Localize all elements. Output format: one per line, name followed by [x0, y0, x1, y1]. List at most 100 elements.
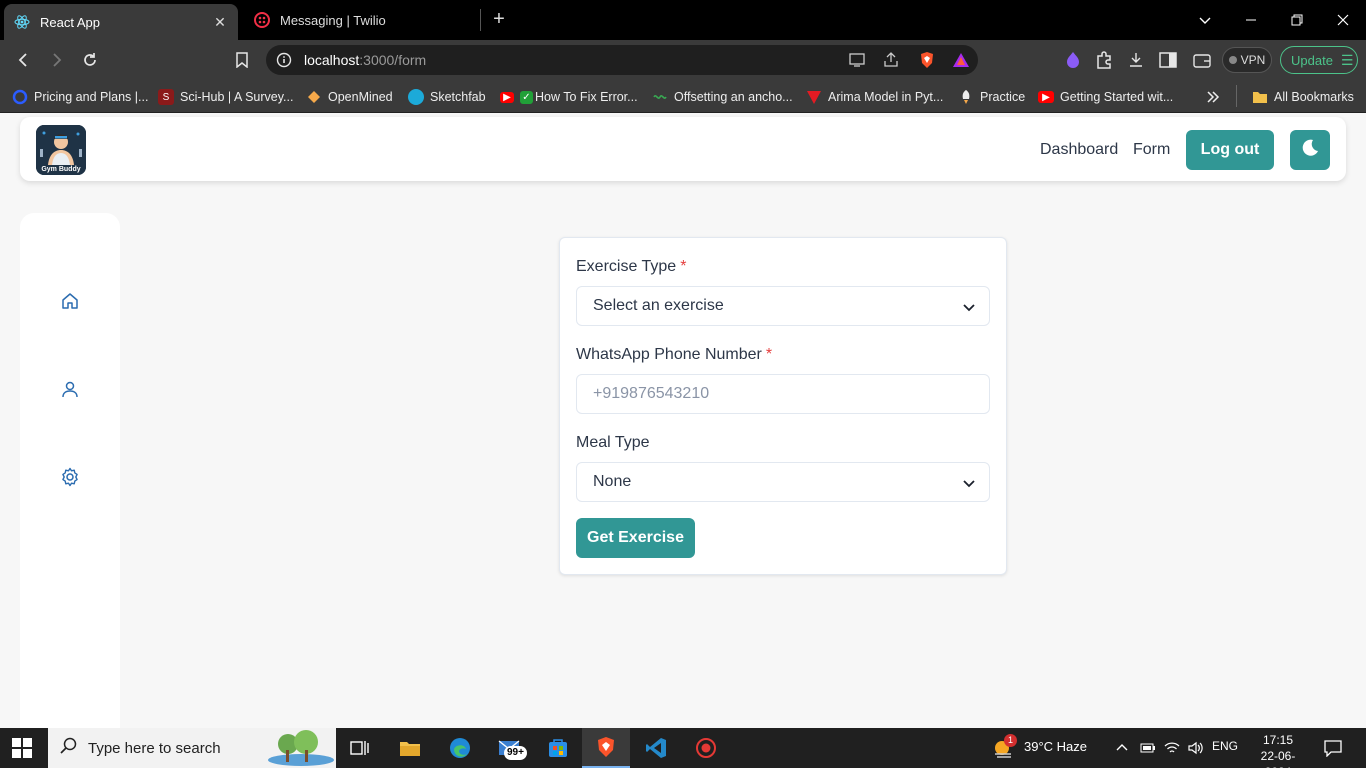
cast-icon[interactable]: [848, 51, 866, 69]
tab-search-chevron-icon[interactable]: [1182, 0, 1228, 40]
brave-browser-icon[interactable]: [582, 728, 630, 768]
more-bookmarks-icon[interactable]: [1206, 87, 1220, 107]
gym-buddy-logo[interactable]: Gym Buddy: [36, 125, 86, 175]
task-view-icon[interactable]: [336, 728, 384, 768]
download-icon[interactable]: [1126, 50, 1146, 70]
browser-toolbar: localhost:3000/form: [0, 40, 1366, 80]
bookmark-fix-error[interactable]: ▶ ✓ How To Fix Error...: [500, 87, 638, 107]
tab-divider: [480, 9, 481, 31]
site-info-icon[interactable]: [276, 52, 292, 68]
logout-button[interactable]: Log out: [1186, 130, 1274, 170]
link-icon: [652, 89, 668, 105]
moon-icon: [1301, 139, 1319, 162]
settings-gear-icon[interactable]: [59, 466, 81, 488]
get-exercise-button[interactable]: Get Exercise: [576, 518, 695, 558]
phone-number-input[interactable]: +919876543210: [576, 374, 990, 414]
reload-icon[interactable]: [78, 48, 102, 72]
user-icon[interactable]: [59, 378, 81, 400]
url-text: localhost:3000/form: [304, 52, 427, 68]
theme-toggle-button[interactable]: [1290, 130, 1330, 170]
weather-icon[interactable]: 1: [984, 728, 1024, 768]
vpn-button[interactable]: VPN: [1222, 47, 1272, 73]
triangle-icon: [806, 89, 822, 105]
taskbar-clock[interactable]: 17:15 22-06-2024: [1250, 732, 1306, 768]
chevron-down-icon: [961, 299, 977, 315]
vscode-icon[interactable]: [632, 728, 680, 768]
update-button[interactable]: Update ☰: [1280, 46, 1358, 74]
youtube-icon: ▶: [500, 91, 514, 103]
battery-icon[interactable]: [1136, 728, 1160, 768]
notifications-icon[interactable]: [1316, 728, 1350, 768]
sidebar: [20, 213, 120, 743]
mail-badge: 99+: [504, 746, 527, 760]
logo-text: Gym Buddy: [41, 166, 81, 173]
forward-icon[interactable]: [44, 48, 68, 72]
share-icon[interactable]: [882, 51, 900, 69]
exercise-type-select[interactable]: Select an exercise: [576, 286, 990, 326]
brave-shield-icon[interactable]: [918, 51, 936, 69]
exercise-form-card: Exercise Type * Select an exercise WhatsA…: [559, 237, 1007, 575]
windows-taskbar: Type here to search 99+ 1 39°C Haze ENG …: [0, 728, 1366, 768]
all-bookmarks[interactable]: All Bookmarks: [1252, 87, 1354, 107]
search-icon: [60, 737, 78, 759]
wifi-icon[interactable]: [1160, 728, 1184, 768]
screen-recorder-icon[interactable]: [682, 728, 730, 768]
sidebar-toggle-icon[interactable]: [1158, 50, 1178, 70]
restore-icon[interactable]: [1274, 0, 1320, 40]
leo-ai-icon[interactable]: [1063, 50, 1083, 70]
exercise-type-label: Exercise Type *: [576, 258, 687, 275]
wallet-icon[interactable]: [1192, 50, 1212, 70]
youtube-icon: ▶: [1038, 91, 1054, 103]
nav-form[interactable]: Form: [1133, 141, 1170, 159]
mail-icon[interactable]: 99+: [486, 728, 534, 768]
tab-title: Messaging | Twilio: [280, 12, 386, 28]
bookmark-icon[interactable]: [230, 48, 254, 72]
close-window-icon[interactable]: [1320, 0, 1366, 40]
bookmark-scihub[interactable]: S Sci-Hub | A Survey...: [158, 87, 293, 107]
bookmark-getting-started[interactable]: ▶ Getting Started wit...: [1038, 87, 1173, 107]
extensions-icon[interactable]: [1094, 50, 1114, 70]
bookmarks-bar: Pricing and Plans |... S Sci-Hub | A Sur…: [0, 80, 1366, 113]
nav-dashboard[interactable]: Dashboard: [1040, 141, 1118, 159]
openmined-icon: [306, 89, 322, 105]
check-icon: ✓: [520, 90, 533, 104]
volume-icon[interactable]: [1184, 728, 1208, 768]
tab-react-app[interactable]: React App ✕: [4, 4, 238, 40]
edge-icon[interactable]: [436, 728, 484, 768]
bookmark-practice[interactable]: Practice: [958, 87, 1025, 107]
required-marker: *: [765, 346, 773, 363]
windows-start-icon[interactable]: [12, 738, 34, 758]
meal-type-select[interactable]: None: [576, 462, 990, 502]
brave-rewards-icon[interactable]: [952, 51, 970, 69]
new-tab-icon[interactable]: +: [488, 8, 510, 30]
file-explorer-icon[interactable]: [386, 728, 434, 768]
microsoft-store-icon[interactable]: [534, 728, 582, 768]
taskbar-search-box[interactable]: Type here to search: [48, 728, 336, 768]
bookmark-openmined[interactable]: OpenMined: [306, 87, 393, 107]
menu-icon: ☰: [1340, 51, 1354, 68]
phone-number-label: WhatsApp Phone Number *: [576, 346, 773, 363]
bookmark-sketchfab[interactable]: Sketchfab: [408, 87, 486, 107]
back-icon[interactable]: [12, 48, 36, 72]
bookmark-arima[interactable]: Arima Model in Pyt...: [806, 87, 943, 107]
chevron-down-icon: [961, 475, 977, 491]
search-highlight-illustration-icon: [266, 730, 336, 768]
weather-text[interactable]: 39°C Haze: [1024, 739, 1087, 754]
vpn-status-icon: [1228, 56, 1237, 64]
language-indicator[interactable]: ENG: [1212, 739, 1238, 753]
tab-twilio[interactable]: Messaging | Twilio: [244, 4, 474, 36]
minimize-icon[interactable]: [1228, 0, 1274, 40]
close-icon[interactable]: ✕: [212, 14, 228, 30]
app-header: Gym Buddy Dashboard Form Log out: [20, 117, 1346, 181]
react-icon: [14, 14, 30, 30]
folder-icon: [1252, 89, 1268, 105]
address-bar[interactable]: localhost:3000/form: [266, 45, 978, 75]
twilio-icon: [254, 12, 270, 28]
bookmark-offsetting[interactable]: Offsetting an ancho...: [652, 87, 793, 107]
home-icon[interactable]: [59, 290, 81, 312]
clock-time: 17:15: [1262, 733, 1294, 747]
bookmark-pricing[interactable]: Pricing and Plans |...: [12, 87, 148, 107]
chevron-up-icon[interactable]: [1110, 728, 1134, 768]
weather-alert-badge: 1: [1004, 734, 1017, 747]
clock-date: 22-06-2024: [1260, 749, 1296, 768]
